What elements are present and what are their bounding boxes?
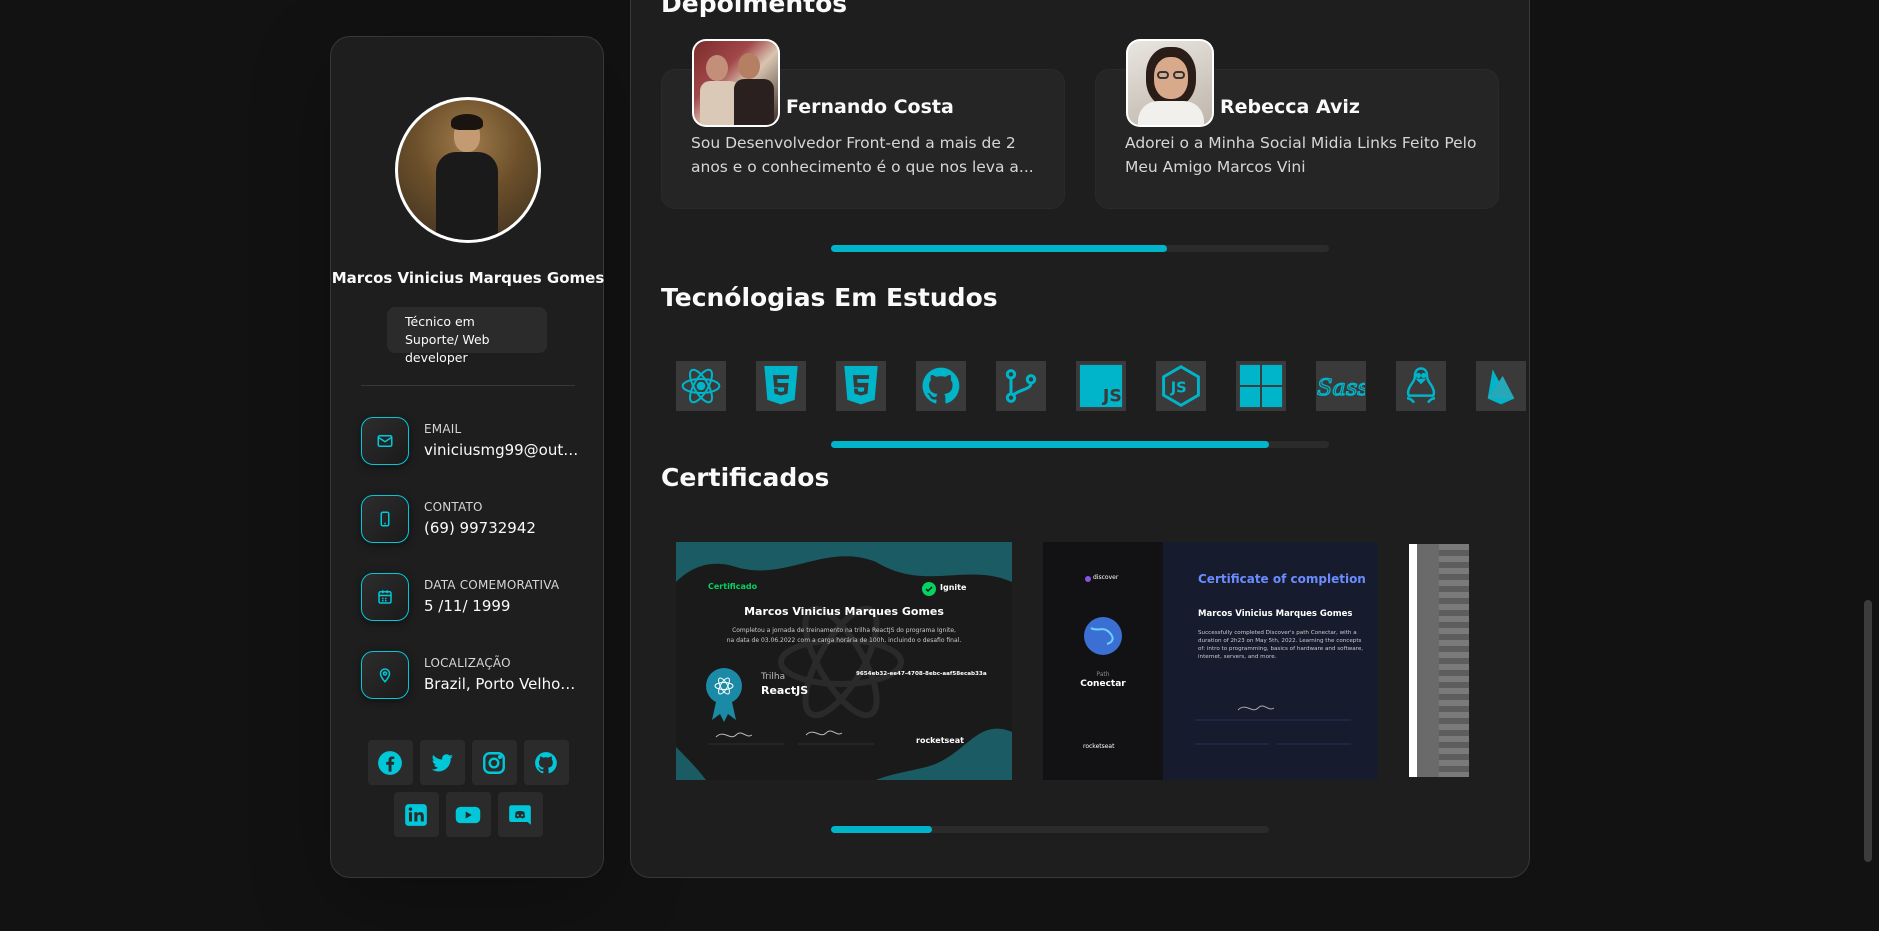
contact-birthday: DATA COMEMORATIVA 5 /11/ 1999 <box>361 573 591 623</box>
social-links-row-2 <box>331 792 605 837</box>
certificate-title: Certificate of completion <box>1198 572 1366 586</box>
sass-icon: Sass <box>1316 361 1366 411</box>
social-links-row-1 <box>331 740 605 785</box>
profile-sidebar: Marcos Vinicius Marques Gomes Técnico em… <box>330 36 604 878</box>
certificate-path: Conectar <box>1080 679 1126 689</box>
contact-email-title: EMAIL <box>424 422 462 436</box>
certificates-scrollbar[interactable] <box>831 826 1269 833</box>
certificate-partial[interactable] <box>1409 544 1469 777</box>
react-icon <box>676 361 726 411</box>
certificates-scrollbar-thumb[interactable] <box>831 826 932 833</box>
css3-icon <box>836 361 886 411</box>
testimonial-avatar <box>692 39 780 127</box>
certificates-title: Certificados <box>661 463 830 492</box>
testimonial-name: Rebecca Aviz <box>1220 96 1360 118</box>
instagram-link[interactable] <box>471 740 517 785</box>
calendar-icon <box>361 573 409 621</box>
contact-location-title: LOCALIZAÇÃO <box>424 656 511 670</box>
technologies-list: JS JS Sass <box>676 361 1526 411</box>
main-content: Depoimentos Fernando Costa Sou Desenvolv… <box>630 0 1530 878</box>
technologies-title: Tecnólogias Em Estudos <box>661 283 998 312</box>
phone-icon <box>361 495 409 543</box>
discord-link[interactable] <box>497 792 543 837</box>
certificate-holder-name: Marcos Vinicius Marques Gomes <box>744 605 944 618</box>
certificate-brand: Ignite <box>940 583 967 592</box>
certificate-discover[interactable]: discover Certificate of completion Marco… <box>1043 542 1378 780</box>
instagram-icon <box>483 751 505 774</box>
certificate-line-2: na data de 03.06.2022 com a carga horári… <box>726 637 962 644</box>
javascript-icon: JS <box>1076 361 1126 411</box>
technologies-scrollbar[interactable] <box>831 441 1329 448</box>
certificate-track: ReactJS <box>761 684 809 697</box>
window-scrollbar-thumb[interactable] <box>1864 600 1872 862</box>
twitter-link[interactable] <box>419 740 465 785</box>
certificate-description: Successfully completed Discover's path C… <box>1198 630 1364 660</box>
certificate-line-1: Completou a jornada de treinamento na tr… <box>732 627 956 634</box>
youtube-icon <box>455 806 481 823</box>
facebook-link[interactable] <box>367 740 413 785</box>
contact-birthday-value: 5 /11/ 1999 <box>424 597 511 615</box>
testimonials-scrollbar[interactable] <box>831 245 1329 252</box>
testimonials-title: Depoimentos <box>661 0 848 18</box>
github-icon <box>916 361 966 411</box>
testimonial-text: Sou Desenvolvedor Front-end a mais de 2 … <box>691 134 1034 176</box>
svg-text:JS: JS <box>1102 386 1122 406</box>
certificate-code: 9654eb32-ee47-4708-8ebc-aaf58ecab33a <box>856 671 987 677</box>
svg-text:JS: JS <box>1170 379 1187 396</box>
firebase-icon <box>1476 361 1526 411</box>
github-link[interactable] <box>523 740 569 785</box>
discord-icon <box>509 804 531 825</box>
profile-role-badge: Técnico em Suporte/ Web developer <box>387 307 547 365</box>
youtube-link[interactable] <box>445 792 491 837</box>
git-icon <box>996 361 1046 411</box>
certificate-track-label: Trilha <box>761 672 786 682</box>
svg-text:Sass: Sass <box>1317 375 1365 401</box>
location-pin-icon <box>361 651 409 699</box>
windows-icon <box>1236 361 1286 411</box>
certificate-footer: rocketseat <box>1083 743 1115 750</box>
sidebar-separator <box>361 385 575 386</box>
certificate-brand: discover <box>1093 574 1119 581</box>
twitter-icon <box>431 753 453 771</box>
contact-email-link[interactable]: viniciusmg99@outlook.com <box>424 441 579 459</box>
profile-avatar <box>395 97 541 243</box>
contact-phone-title: CONTATO <box>424 500 483 514</box>
contact-phone: CONTATO (69) 99732942 <box>361 495 591 545</box>
linkedin-icon <box>405 803 427 826</box>
certificate-reactjs[interactable]: Certificado Ignite Marcos Vinicius Marqu… <box>676 542 1012 780</box>
testimonial-card: Rebecca Aviz Adorei o a Minha Social Mid… <box>1095 39 1499 209</box>
technologies-scrollbar-thumb[interactable] <box>831 441 1270 448</box>
testimonial-text: Adorei o a Minha Social Midia Links Feit… <box>1125 134 1477 176</box>
linkedin-link[interactable] <box>393 792 439 837</box>
nodejs-icon: JS <box>1156 361 1206 411</box>
profile-name: Marcos Vinicius Marques Gomes <box>331 269 605 287</box>
contact-birthday-title: DATA COMEMORATIVA <box>424 578 560 592</box>
contact-location-value: Brazil, Porto Velho Ro <box>424 675 579 693</box>
mail-icon <box>361 417 409 465</box>
testimonial-name: Fernando Costa <box>786 96 954 118</box>
certificate-partial-pattern <box>1439 544 1469 777</box>
testimonial-avatar <box>1126 39 1214 127</box>
testimonial-card: Fernando Costa Sou Desenvolvedor Front-e… <box>661 39 1065 209</box>
contact-email: EMAIL viniciusmg99@outlook.com <box>361 417 591 467</box>
certificate-label: Certificado <box>708 582 758 591</box>
html5-icon <box>756 361 806 411</box>
github-icon <box>535 751 557 773</box>
contact-phone-link[interactable]: (69) 99732942 <box>424 519 579 537</box>
certificate-path-label: Path <box>1096 671 1110 678</box>
linux-icon <box>1396 361 1446 411</box>
certificate-footer: rocketseat <box>916 736 964 745</box>
certificate-holder-name: Marcos Vinicius Marques Gomes <box>1198 609 1353 619</box>
contact-location: LOCALIZAÇÃO Brazil, Porto Velho Ro <box>361 651 591 701</box>
facebook-icon <box>378 750 402 775</box>
testimonials-scrollbar-thumb[interactable] <box>831 245 1168 252</box>
